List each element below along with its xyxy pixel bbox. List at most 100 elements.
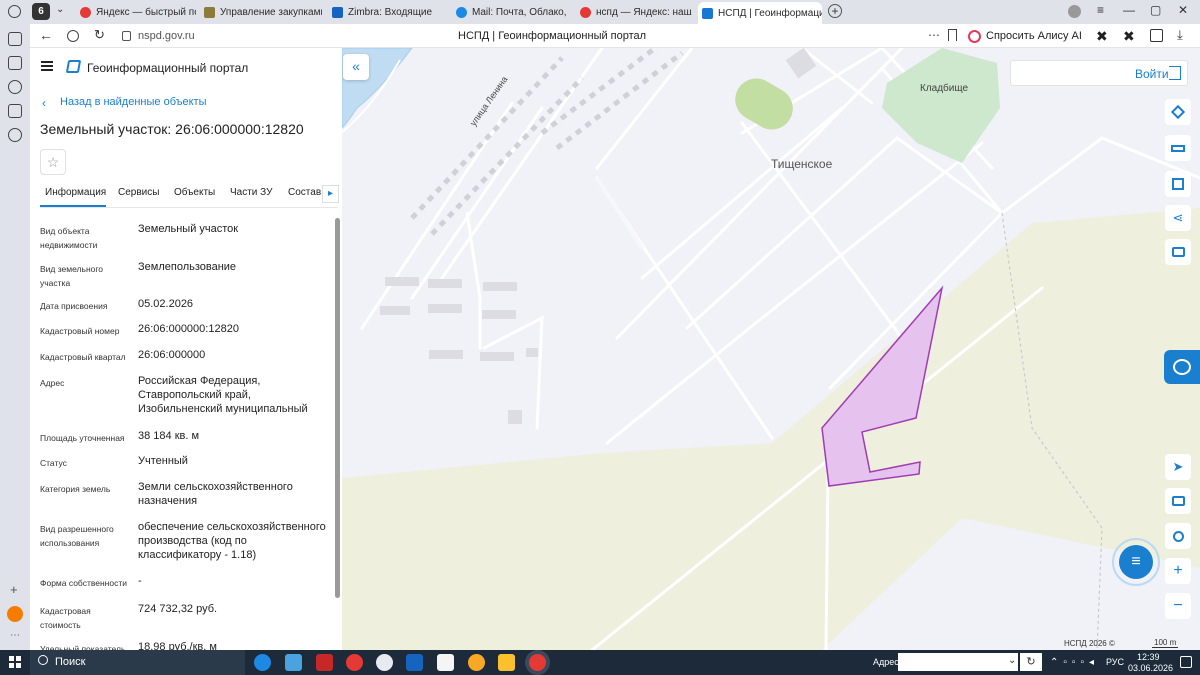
calculator-icon[interactable] (406, 654, 423, 671)
tray-icons[interactable]: ⌃▫▫▫◂ (1050, 657, 1099, 668)
profile-icon[interactable] (1068, 5, 1081, 18)
history-icon[interactable] (8, 5, 21, 18)
property-label: Вид разрешенного использования (40, 524, 114, 548)
bookmarks-icon[interactable] (8, 32, 22, 46)
notes-icon[interactable] (437, 654, 454, 671)
map-canvas[interactable]: Кладбище Тищенское улица Ленина « Войти … (342, 48, 1200, 650)
favorite-star-icon[interactable]: ☆ (40, 149, 66, 175)
print-button[interactable] (1165, 239, 1191, 265)
edge-icon[interactable] (254, 654, 271, 671)
more-actions-icon[interactable]: ⋯ (928, 28, 940, 42)
downloads-icon[interactable]: ⤓ (1177, 27, 1183, 43)
tab-info[interactable]: Информация (45, 187, 106, 198)
property-label: Кадастровая стоимость (40, 606, 91, 630)
geolocation-button[interactable]: ➤ (1165, 454, 1191, 480)
external-service-button[interactable] (1164, 350, 1200, 384)
taskbar-search-box[interactable]: Поиск (30, 650, 245, 675)
address-go-icon[interactable]: ↻ (1020, 653, 1042, 671)
property-label: Статус (40, 458, 67, 468)
app-icon[interactable] (376, 654, 393, 671)
back-arrow-icon[interactable]: ← (39, 27, 53, 43)
zoom-in-button[interactable]: + (1165, 558, 1191, 584)
app-icon[interactable] (316, 654, 333, 671)
zoom-out-button[interactable]: − (1165, 593, 1191, 619)
language-indicator[interactable]: РУС (1106, 657, 1124, 667)
property-label: Кадастровый номер (40, 326, 120, 336)
browser-tab[interactable]: нспд — Яндекс: нашлось (576, 2, 692, 22)
property-label: Площадь уточненная (40, 433, 125, 443)
search-location-button[interactable] (1165, 523, 1191, 549)
app-title: Геоинформационный портал (87, 61, 249, 75)
property-value: Земли сельскохозяйственного назначения (138, 481, 293, 507)
alice-logo-icon (968, 29, 981, 43)
back-to-results-link[interactable]: Назад в найденные объекты (60, 96, 207, 108)
bookmark-icon[interactable] (948, 29, 957, 41)
protect-icon[interactable] (67, 30, 79, 42)
url-text[interactable]: nspd.gov.ru (138, 30, 195, 42)
browser-tab[interactable]: Яндекс — быстрый поиск (76, 2, 196, 22)
hamburger-menu-icon[interactable] (41, 61, 53, 71)
app-icon[interactable] (285, 654, 302, 671)
property-label: Вид объекта недвижимости (40, 226, 98, 250)
browser-tab-strip: 6 ⌄ Яндекс — быстрый поиск Управление за… (0, 0, 1200, 24)
extension-icon[interactable]: ✖ (1123, 28, 1135, 45)
app-icon[interactable] (468, 654, 485, 671)
chat-assistant-button[interactable]: ≡ (1112, 538, 1160, 586)
browser-tab[interactable]: Управление закупками (200, 2, 322, 22)
select-area-button[interactable] (1165, 171, 1191, 197)
close-window-icon[interactable]: ✕ (1178, 3, 1188, 17)
measure-button[interactable] (1165, 135, 1191, 161)
address-bar: ← ↻ nspd.gov.ru НСПД | Геоинформационный… (30, 24, 1200, 48)
maximize-icon[interactable]: ▢ (1150, 3, 1161, 17)
navigation-arrow-icon: ➤ (1172, 459, 1184, 474)
tab-parts[interactable]: Части ЗУ (230, 187, 272, 198)
alice-icon[interactable] (7, 606, 23, 622)
address-toolbar-input[interactable] (898, 653, 1018, 671)
windows-start-icon[interactable] (9, 656, 21, 668)
back-chevron-icon[interactable]: ‹ (42, 96, 46, 110)
zimbra-icon (332, 6, 343, 18)
ask-alice-button[interactable]: Спросить Алису AI (968, 26, 1082, 46)
browser-tab-active[interactable]: НСПД | Геоинформацио✕ (698, 2, 822, 24)
windows-taskbar: Поиск Адрес ⌄ ↻ ⌃▫▫▫◂ РУС 12:39 03.06.20… (0, 650, 1200, 675)
property-value: обеспечение сельскохозяйственного произв… (138, 521, 326, 561)
collections-icon[interactable] (8, 56, 22, 70)
property-label: Форма собственности (40, 578, 127, 588)
browser-tab[interactable]: Zimbra: Входящие (328, 2, 446, 22)
file-explorer-icon[interactable] (498, 654, 515, 671)
yandex-browser-icon[interactable] (346, 654, 363, 671)
location-search-icon (1172, 530, 1184, 542)
tab-counter-icon[interactable] (8, 104, 22, 118)
tabs-scroll-right-button[interactable]: ▸ (322, 185, 339, 203)
share-button[interactable]: ⋖ (1165, 205, 1191, 231)
browser-tab[interactable]: Mail: Почта, Облако, Кале (452, 2, 570, 22)
menu-icon[interactable]: ≡ (1097, 3, 1104, 17)
more-icon[interactable]: ⋯ (10, 630, 20, 641)
tab-objects[interactable]: Объекты (174, 187, 215, 198)
notifications-icon[interactable] (1180, 656, 1192, 668)
layers-button[interactable] (1165, 99, 1191, 125)
extension-icon[interactable]: ✖ (1096, 28, 1108, 45)
login-button[interactable]: Войти (1010, 60, 1188, 86)
new-tab-button[interactable]: + (828, 4, 842, 18)
minimap-button[interactable] (1165, 488, 1191, 514)
tab-composition[interactable]: Состав (288, 187, 321, 198)
panel-scrollbar[interactable] (335, 218, 340, 598)
play-icon[interactable] (8, 80, 22, 94)
clock-time[interactable]: 12:39 (1137, 652, 1160, 662)
property-value: Учтенный (138, 455, 188, 467)
collapse-panel-button[interactable]: « (343, 54, 369, 80)
nspd-icon (702, 7, 713, 19)
tab-services[interactable]: Сервисы (118, 187, 159, 198)
clock-date[interactable]: 03.06.2026 (1128, 663, 1173, 673)
yandex-browser-active-icon[interactable] (529, 654, 546, 671)
address-dropdown-icon[interactable]: ⌄ (1008, 655, 1016, 666)
minimize-icon[interactable]: — (1123, 3, 1135, 17)
add-panel-icon[interactable]: + (10, 582, 18, 597)
property-value: Земельный участок (138, 223, 239, 235)
tab-counter[interactable]: 6 (32, 3, 50, 20)
tab-list-chevron-icon[interactable]: ⌄ (56, 4, 64, 15)
extension-icon[interactable] (1150, 29, 1163, 42)
settings-icon[interactable] (8, 128, 22, 142)
reload-icon[interactable]: ↻ (94, 27, 105, 43)
